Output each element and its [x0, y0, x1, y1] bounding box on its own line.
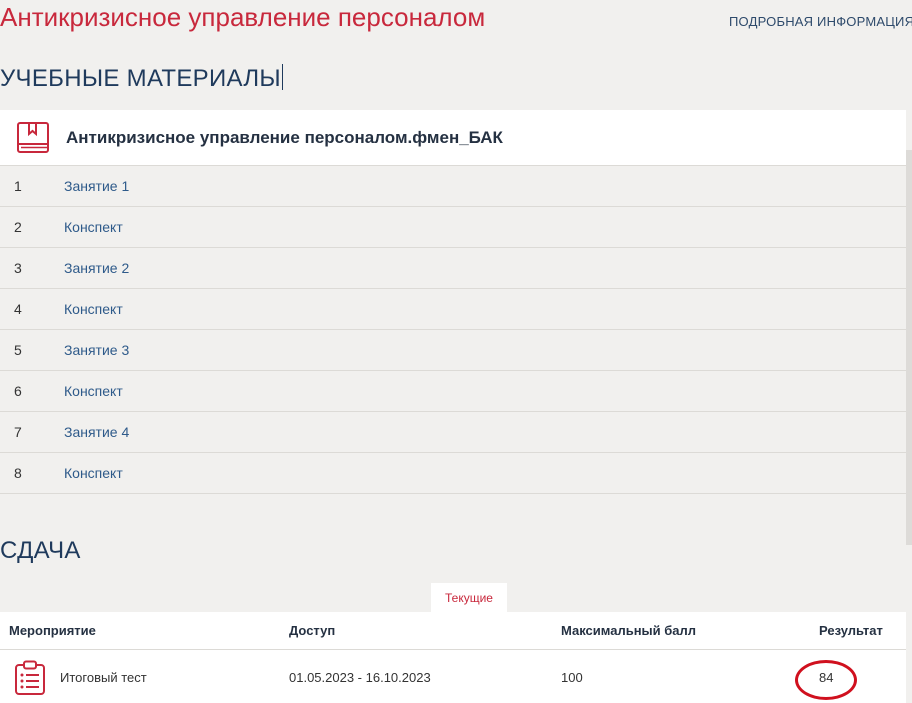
- list-item[interactable]: 3 Занятие 2: [0, 248, 906, 289]
- book-icon: [17, 121, 49, 153]
- scrollbar[interactable]: [906, 150, 912, 545]
- tab-current[interactable]: Текущие: [431, 583, 507, 612]
- materials-section-title-text: УЧЕБНЫЕ МАТЕРИАЛЫ: [0, 65, 281, 92]
- materials-section-title: УЧЕБНЫЕ МАТЕРИАЛЫ: [0, 64, 284, 93]
- list-item-number: 8: [14, 465, 22, 481]
- list-item-number: 1: [14, 178, 22, 194]
- list-item[interactable]: 7 Занятие 4: [0, 412, 906, 453]
- materials-list: Антикризисное управление персоналом.фмен…: [0, 110, 906, 494]
- list-item-number: 7: [14, 424, 22, 440]
- max-score-value: 100: [561, 669, 583, 685]
- list-item-link[interactable]: Конспект: [64, 465, 123, 481]
- table-header: Мероприятие Доступ Максимальный балл Рез…: [0, 612, 906, 650]
- materials-rows: 1 Занятие 1 2 Конспект 3 Занятие 2 4 Конспект 5 З…: [0, 166, 906, 494]
- list-item-link[interactable]: Конспект: [64, 219, 123, 235]
- column-header-event: Мероприятие: [9, 623, 96, 638]
- column-header-max-score: Максимальный балл: [561, 623, 697, 638]
- column-header-access: Доступ: [289, 623, 336, 638]
- page: Антикризисное управление персоналом ПОДР…: [0, 0, 912, 703]
- list-item-link[interactable]: Конспект: [64, 301, 123, 317]
- list-item[interactable]: 5 Занятие 3: [0, 330, 906, 371]
- event-name[interactable]: Итоговый тест: [60, 650, 147, 703]
- list-item[interactable]: 6 Конспект: [0, 371, 906, 412]
- list-item-link[interactable]: Занятие 1: [64, 178, 129, 194]
- list-item-link[interactable]: Занятие 4: [64, 424, 129, 440]
- list-item-link[interactable]: Конспект: [64, 383, 123, 399]
- result-value: 84: [819, 669, 834, 685]
- list-item-number: 5: [14, 342, 22, 358]
- access-period: 01.05.2023 - 16.10.2023: [289, 669, 431, 685]
- module-header[interactable]: Антикризисное управление персоналом.фмен…: [0, 110, 906, 166]
- list-item[interactable]: 1 Занятие 1: [0, 166, 906, 207]
- list-item-number: 2: [14, 219, 22, 235]
- list-item-link[interactable]: Занятие 2: [64, 260, 129, 276]
- clipboard-list-icon: [15, 660, 45, 695]
- table-row[interactable]: Итоговый тест 01.05.2023 - 16.10.2023 10…: [0, 650, 906, 703]
- course-title: Антикризисное управление персоналом: [0, 2, 486, 32]
- list-item-number: 4: [14, 301, 22, 317]
- list-item[interactable]: 4 Конспект: [0, 289, 906, 330]
- more-info-link[interactable]: ПОДРОБНАЯ ИНФОРМАЦИЯ: [729, 14, 912, 29]
- text-caret: [281, 64, 284, 90]
- list-item[interactable]: 2 Конспект: [0, 207, 906, 248]
- submission-table: Мероприятие Доступ Максимальный балл Рез…: [0, 612, 906, 703]
- list-item-link[interactable]: Занятие 3: [64, 342, 129, 358]
- column-header-result: Результат: [819, 623, 883, 638]
- list-item[interactable]: 8 Конспект: [0, 453, 906, 494]
- list-item-number: 6: [14, 383, 22, 399]
- submission-section-title: СДАЧА: [0, 537, 81, 564]
- list-item-number: 3: [14, 260, 22, 276]
- module-title: Антикризисное управление персоналом.фмен…: [66, 127, 503, 147]
